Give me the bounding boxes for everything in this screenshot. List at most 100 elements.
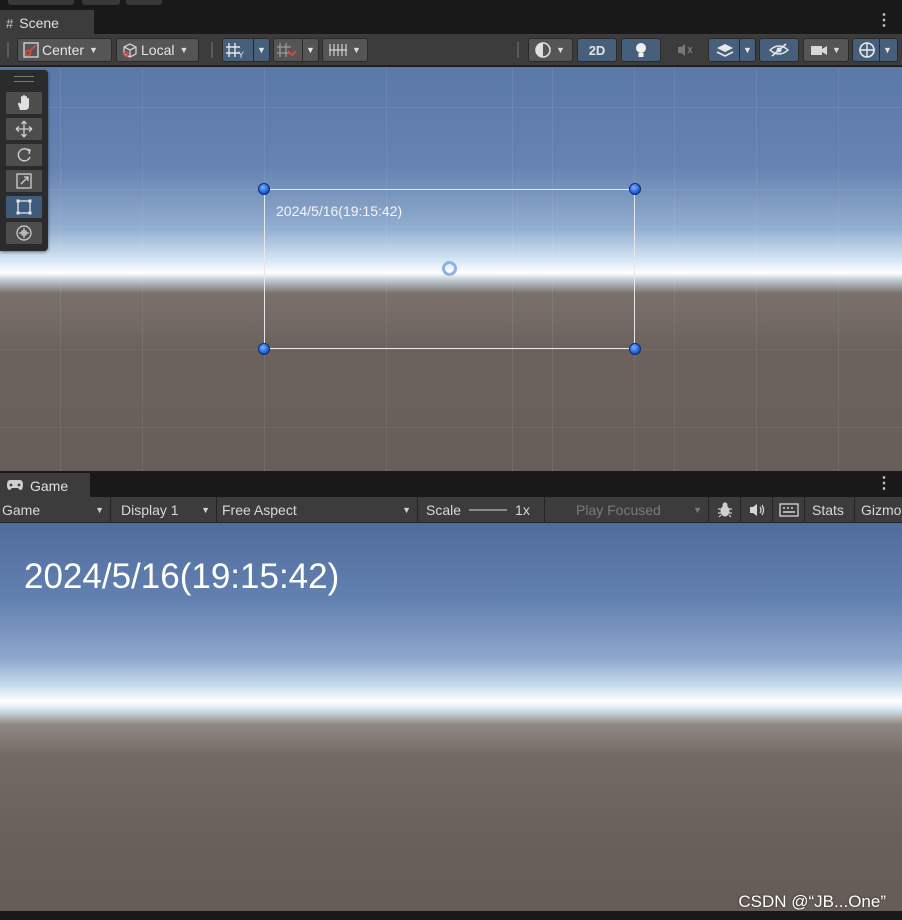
draw-mode-dropdown[interactable]: ▼ xyxy=(528,38,573,62)
camera-dropdown[interactable]: ▼ xyxy=(803,38,849,62)
keyboard-icon xyxy=(778,503,799,517)
tab-game[interactable]: Game xyxy=(0,473,90,497)
stats-button[interactable]: Stats xyxy=(805,497,855,523)
play-mode-dropdown[interactable]: Play Focused ▼ xyxy=(545,497,709,523)
grid-snap-button[interactable]: ▼ xyxy=(273,38,319,62)
chevron-down-icon: ▼ xyxy=(352,45,361,55)
tab-scene-label: Scene xyxy=(19,15,59,31)
effects-dropdown[interactable]: ▼ xyxy=(708,38,756,62)
move-tool-button[interactable] xyxy=(5,117,43,141)
rotate-icon xyxy=(17,148,31,162)
audio-muted-icon xyxy=(678,44,693,56)
chevron-down-icon: ▼ xyxy=(402,505,411,515)
chevron-down-icon: ▼ xyxy=(693,505,702,515)
tools-overlay xyxy=(0,70,48,251)
layers-icon xyxy=(716,44,734,57)
scene-visibility-button[interactable] xyxy=(759,38,799,62)
watermark: CSDN @“JB...One” xyxy=(738,892,886,911)
hand-icon xyxy=(18,95,29,110)
grid-line xyxy=(60,67,61,471)
display-label: Display 1 xyxy=(121,502,179,518)
game-toolbar: Game ▼ Display 1 ▼ Free Aspect ▼ Scale 1… xyxy=(0,497,902,523)
scale-icon xyxy=(16,173,32,189)
scale-label: Scale xyxy=(426,502,462,518)
grid-line xyxy=(838,67,839,471)
game-view-label: Game xyxy=(2,502,41,518)
2d-label: 2D xyxy=(588,42,606,58)
mute-audio-button[interactable] xyxy=(741,497,773,523)
rect-handle-bottom-left[interactable] xyxy=(258,343,270,355)
top-strip-tab[interactable] xyxy=(8,0,74,5)
camera-icon xyxy=(811,46,827,55)
gizmo-globe-icon xyxy=(859,42,875,58)
rotate-tool-button[interactable] xyxy=(5,143,43,167)
rect-handle-top-right[interactable] xyxy=(629,183,641,195)
scene-viewport[interactable]: 2024/5/16(19:15:42) xyxy=(0,67,902,471)
pivot-rotation-dropdown[interactable]: Local ▼ xyxy=(116,38,199,62)
increment-snap-dropdown[interactable]: ▼ xyxy=(322,38,368,62)
pivot-mode-dropdown[interactable]: Center ▼ xyxy=(17,38,112,62)
toolbar-separator xyxy=(211,42,213,58)
aspect-label: Free Aspect xyxy=(222,502,297,518)
grid-line xyxy=(142,67,143,471)
tab-game-label: Game xyxy=(30,478,69,494)
transform-icon xyxy=(16,225,32,241)
chevron-down-icon: ▼ xyxy=(556,45,565,55)
lighting-toggle-button[interactable] xyxy=(621,38,661,62)
snap-icon xyxy=(277,43,297,57)
scene-menu-icon[interactable]: ⋮ xyxy=(876,13,892,29)
display-dropdown[interactable]: Display 1 ▼ xyxy=(111,497,217,523)
aspect-dropdown[interactable]: Free Aspect ▼ xyxy=(217,497,418,523)
grid-line xyxy=(0,427,902,428)
light-bulb-icon xyxy=(636,43,646,57)
frame-debugger-button[interactable] xyxy=(709,497,741,523)
grid-line xyxy=(674,67,675,471)
speaker-icon xyxy=(749,504,764,516)
scale-tool-button[interactable] xyxy=(5,169,43,193)
rect-handle-bottom-right[interactable] xyxy=(629,343,641,355)
bottom-strip xyxy=(0,911,902,920)
grid-icon: # xyxy=(6,15,14,31)
overlay-grip[interactable] xyxy=(14,76,34,82)
chevron-down-icon: ▼ xyxy=(179,45,189,55)
scene-text-object[interactable]: 2024/5/16(19:15:42) xyxy=(276,203,402,219)
grid-line xyxy=(0,349,902,350)
top-strip-tab[interactable] xyxy=(82,0,120,5)
pivot-mode-label: Center xyxy=(42,42,85,58)
grid-line xyxy=(0,107,902,108)
rect-tool-button[interactable] xyxy=(5,195,43,219)
game-tab-bar: Game ⋮ xyxy=(0,473,902,497)
scale-slider-track[interactable] xyxy=(469,509,508,511)
rect-handle-top-left[interactable] xyxy=(258,183,270,195)
hand-tool-button[interactable] xyxy=(5,91,43,115)
toolbar-separator xyxy=(517,42,519,58)
top-strip-tab[interactable] xyxy=(126,0,162,5)
tab-scene[interactable]: # Scene xyxy=(0,10,94,34)
top-strip xyxy=(0,0,902,10)
game-view-dropdown[interactable]: Game ▼ xyxy=(0,497,111,523)
chevron-down-icon: ▼ xyxy=(879,39,895,61)
shortcuts-button[interactable] xyxy=(773,497,805,523)
chevron-down-icon: ▼ xyxy=(739,39,755,61)
transform-tool-button[interactable] xyxy=(5,221,43,245)
gizmos-button[interactable]: Gizmo xyxy=(855,497,902,523)
gizmos-dropdown[interactable]: ▼ xyxy=(852,38,898,62)
rect-tool-icon xyxy=(16,199,32,215)
pivot-rotation-label: Local xyxy=(141,42,175,58)
game-menu-icon[interactable]: ⋮ xyxy=(876,476,892,492)
toolbar-separator xyxy=(7,42,9,58)
audio-toggle-button[interactable] xyxy=(665,38,705,62)
chevron-down-icon: ▼ xyxy=(832,45,841,55)
stats-label: Stats xyxy=(812,502,844,518)
2d-toggle-button[interactable]: 2D xyxy=(577,38,617,62)
game-viewport[interactable]: 2024/5/16(19:15:42) xyxy=(0,523,902,911)
pivot-handle[interactable] xyxy=(442,261,457,276)
gamepad-icon xyxy=(6,479,24,494)
chevron-down-icon: ▼ xyxy=(302,39,318,61)
scale-value: 1x xyxy=(515,502,530,518)
pivot-center-icon xyxy=(23,42,39,58)
increment-snap-icon xyxy=(329,44,347,56)
grid-visibility-button[interactable]: Y ▼ xyxy=(222,38,270,62)
scale-slider[interactable]: Scale 1x xyxy=(418,497,545,523)
play-mode-label: Play Focused xyxy=(576,502,661,518)
